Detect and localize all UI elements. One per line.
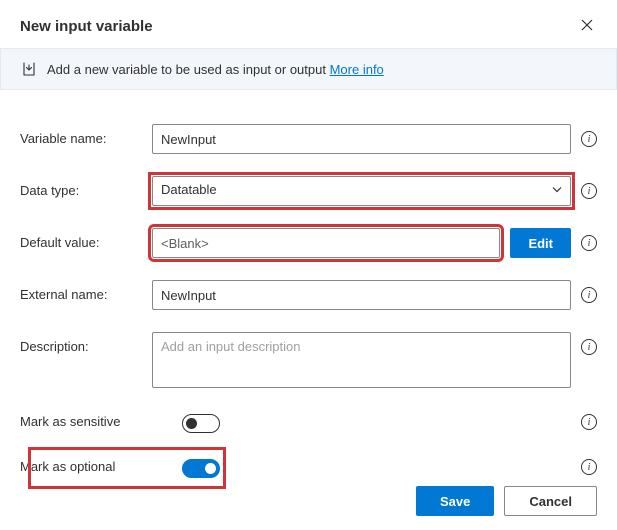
form-body: Variable name: i Data type: Datatable i … (0, 90, 617, 478)
info-icon[interactable]: i (581, 339, 597, 355)
row-description: Description: i (20, 332, 597, 388)
label-default-value: Default value: (20, 228, 152, 250)
label-description: Description: (20, 332, 152, 354)
description-textarea[interactable] (152, 332, 571, 388)
more-info-link[interactable]: More info (330, 62, 384, 77)
info-icon[interactable]: i (581, 287, 597, 303)
label-sensitive: Mark as sensitive (20, 408, 152, 429)
label-external-name: External name: (20, 280, 152, 302)
dialog-footer: Save Cancel (416, 486, 597, 516)
row-optional: Mark as optional i (20, 453, 597, 478)
row-data-type: Data type: Datatable i (20, 176, 597, 206)
edit-button[interactable]: Edit (510, 228, 571, 258)
info-icon[interactable]: i (581, 414, 597, 430)
default-value-input[interactable] (152, 228, 500, 258)
dialog-title: New input variable (20, 18, 153, 35)
info-icon[interactable]: i (581, 183, 597, 199)
data-type-select[interactable]: Datatable (152, 176, 571, 206)
variable-name-input[interactable] (152, 124, 571, 154)
dialog-header: New input variable (0, 0, 617, 48)
banner-text: Add a new variable to be used as input o… (47, 62, 384, 77)
label-variable-name: Variable name: (20, 124, 152, 146)
info-icon[interactable]: i (581, 131, 597, 147)
info-icon[interactable]: i (581, 235, 597, 251)
row-sensitive: Mark as sensitive i (20, 408, 597, 433)
label-optional: Mark as optional (20, 453, 152, 474)
label-data-type: Data type: (20, 176, 152, 198)
cancel-button[interactable]: Cancel (504, 486, 597, 516)
optional-toggle[interactable] (182, 459, 220, 478)
info-icon[interactable]: i (581, 459, 597, 475)
close-icon (581, 19, 593, 31)
close-button[interactable] (577, 14, 597, 38)
row-external-name: External name: i (20, 280, 597, 310)
save-button[interactable]: Save (416, 486, 494, 516)
row-variable-name: Variable name: i (20, 124, 597, 154)
sensitive-toggle[interactable] (182, 414, 220, 433)
info-banner: Add a new variable to be used as input o… (0, 48, 617, 90)
row-default-value: Default value: Edit i (20, 228, 597, 258)
external-name-input[interactable] (152, 280, 571, 310)
import-icon (21, 61, 37, 77)
